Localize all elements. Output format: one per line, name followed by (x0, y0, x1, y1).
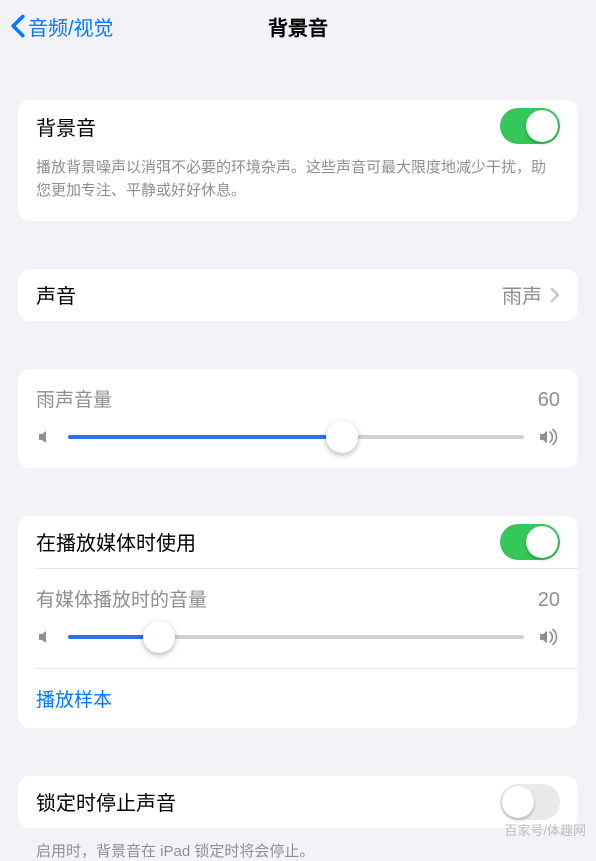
back-button[interactable]: 音频/视觉 (10, 12, 114, 41)
background-sound-row: 背景音 (18, 100, 578, 152)
primary-volume-section: 雨声音量 60 (18, 369, 578, 468)
sound-selection-row[interactable]: 声音 雨声 (18, 269, 578, 321)
lock-section: 锁定时停止声音 (18, 776, 578, 828)
sound-selection-label: 声音 (36, 280, 76, 309)
media-toggle-label: 在播放媒体时使用 (36, 527, 196, 556)
primary-volume-label: 雨声音量 (36, 385, 112, 412)
volume-max-icon (538, 428, 560, 446)
back-label: 音频/视觉 (28, 12, 114, 41)
lock-description: 启用时，背景音在 iPad 锁定时将会停止。 (18, 828, 578, 861)
background-sound-toggle[interactable] (500, 108, 560, 144)
sound-selection-section: 声音 雨声 (18, 269, 578, 321)
media-volume-slider[interactable] (68, 635, 524, 639)
media-volume-label: 有媒体播放时的音量 (36, 585, 207, 612)
chevron-right-icon (550, 287, 560, 303)
media-toggle[interactable] (500, 524, 560, 560)
background-sound-section: 背景音 播放背景噪声以消弭不必要的环境杂声。这些声音可最大限度地减少干扰，助您更… (18, 100, 578, 221)
volume-max-icon (538, 628, 560, 646)
lock-toggle-label: 锁定时停止声音 (36, 787, 176, 816)
primary-volume-value: 60 (538, 389, 560, 412)
navbar: 音频/视觉 背景音 (0, 0, 596, 52)
volume-min-icon (36, 628, 54, 646)
media-playback-section: 在播放媒体时使用 有媒体播放时的音量 20 (18, 516, 578, 728)
lock-toggle[interactable] (500, 784, 560, 820)
sound-selection-value: 雨声 (502, 280, 542, 309)
lock-toggle-row: 锁定时停止声音 (18, 776, 578, 828)
background-sound-description: 播放背景噪声以消弭不必要的环境杂声。这些声音可最大限度地减少干扰，助您更加专注、… (18, 152, 578, 221)
volume-min-icon (36, 428, 54, 446)
primary-volume-slider[interactable] (68, 435, 524, 439)
media-toggle-row: 在播放媒体时使用 (18, 516, 578, 568)
background-sound-label: 背景音 (36, 112, 96, 141)
play-sample-button[interactable]: 播放样本 (18, 669, 578, 728)
media-volume-value: 20 (538, 589, 560, 612)
chevron-left-icon (10, 14, 26, 38)
